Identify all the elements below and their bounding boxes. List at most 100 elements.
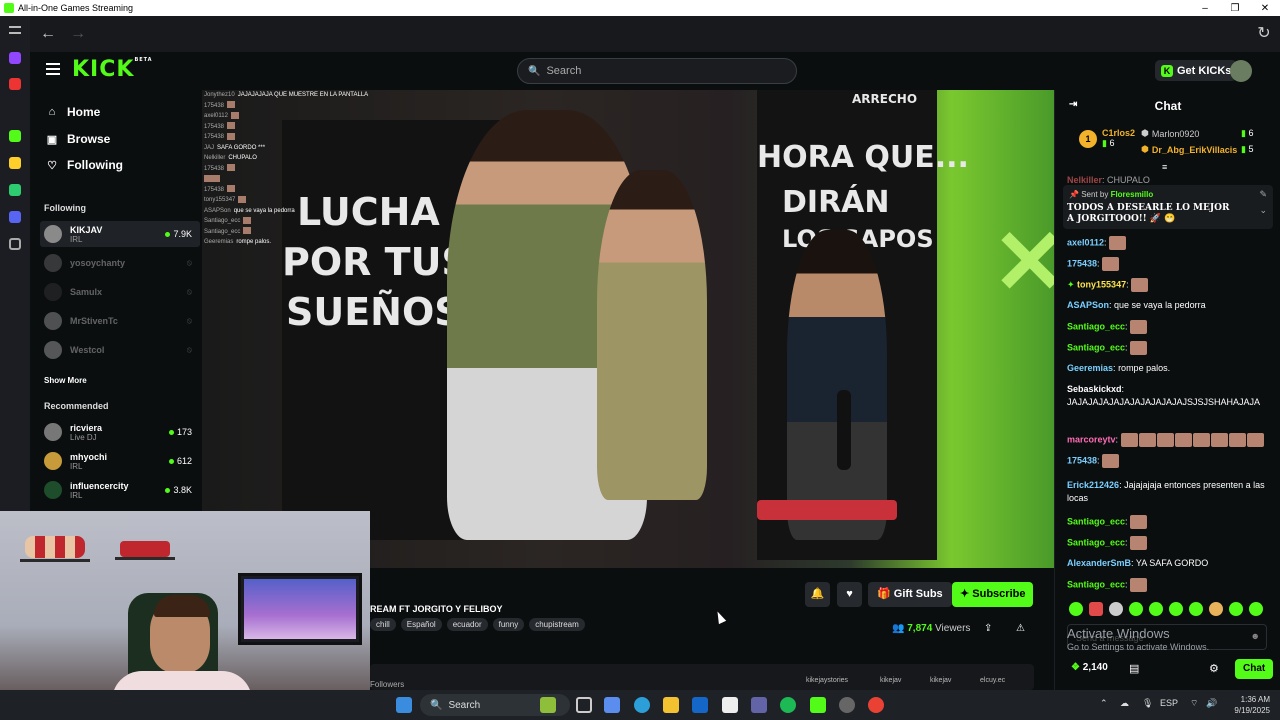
social-link[interactable]: elcuy.ec (980, 677, 1005, 684)
chat-username[interactable]: Santiago_ecc (1067, 516, 1125, 526)
video-player[interactable]: LUCHA POR TUS SUEÑOS ARRECHO HORA QUE...… (202, 90, 1054, 568)
sidebar-nav-browse[interactable]: ▣ Browse (45, 132, 111, 146)
task-view-icon[interactable] (576, 697, 592, 713)
onedrive-icon[interactable]: ☁ (1120, 698, 1129, 709)
chat-username[interactable]: 175438 (1067, 455, 1097, 465)
share-icon[interactable]: ⇪ (984, 623, 992, 634)
leaderboard-entry[interactable]: ⬢ Marlon0920 ▮ 6 (1141, 128, 1253, 139)
kick-logo[interactable]: KICKBETA (72, 57, 153, 82)
emote-icon[interactable] (1189, 602, 1203, 616)
apps-grid-icon[interactable] (9, 238, 21, 250)
menu-icon[interactable] (9, 26, 21, 34)
emote-icon[interactable] (1149, 602, 1163, 616)
windows-start-icon[interactable] (396, 697, 412, 713)
close-icon[interactable]: ✕ (1250, 3, 1280, 14)
chat-username[interactable]: ASAPSon (1067, 300, 1109, 310)
emote-icon[interactable] (1089, 602, 1103, 616)
settings-gear-icon[interactable]: ⚙ (1209, 662, 1219, 675)
chrome-icon[interactable] (868, 697, 884, 713)
mail-icon[interactable] (722, 697, 738, 713)
user-avatar[interactable] (1230, 60, 1252, 82)
tag-chip[interactable]: chupistream (529, 618, 585, 631)
minimize-icon[interactable]: – (1190, 3, 1220, 14)
unpin-icon[interactable]: ✎ (1259, 189, 1267, 200)
chat-username[interactable]: 175438 (1067, 258, 1097, 268)
notification-bell-button[interactable]: 🔔 (805, 582, 830, 607)
show-more-link[interactable]: Show More (44, 376, 87, 385)
widgets-icon[interactable] (540, 697, 556, 713)
chat-username[interactable]: marcoreytv (1067, 434, 1116, 444)
forward-arrow-icon[interactable]: → (68, 24, 88, 44)
copilot-icon[interactable] (604, 697, 620, 713)
tag-chip[interactable]: chill (370, 618, 396, 631)
tray-chevron-icon[interactable]: ⌃ (1100, 698, 1108, 709)
kick-app-icon[interactable] (810, 697, 826, 713)
report-icon[interactable]: ⚠ (1016, 623, 1025, 634)
youtube-icon[interactable] (9, 78, 21, 90)
system-clock[interactable]: 1:36 AM 9/19/2025 (1224, 694, 1270, 716)
follow-heart-button[interactable]: ♥ (837, 582, 862, 607)
emote-icon[interactable] (1249, 602, 1263, 616)
chat-username[interactable]: Santiago_ecc (1067, 321, 1125, 331)
search-input[interactable]: 🔍 Search (517, 58, 797, 84)
teams-icon[interactable] (751, 697, 767, 713)
emote-icon[interactable] (1109, 602, 1123, 616)
discord-icon[interactable] (9, 211, 21, 223)
chat-send-button[interactable]: Chat (1235, 659, 1274, 679)
sidebar-channel-yosoychanty[interactable]: yosoychanty ⦸ (40, 250, 200, 276)
tag-chip[interactable]: ecuador (446, 618, 488, 631)
spotify-icon[interactable] (780, 697, 796, 713)
chat-username[interactable]: Santiago_ecc (1067, 579, 1125, 589)
back-arrow-icon[interactable]: ← (38, 24, 58, 44)
tag-chip[interactable]: Español (400, 618, 442, 631)
chevron-down-icon[interactable]: ⌄ (1259, 205, 1267, 216)
emoji-icon[interactable]: ☻ (1251, 631, 1260, 641)
wifi-icon[interactable]: ⌔ (1190, 698, 1198, 709)
chat-username[interactable]: Santiago_ecc (1067, 342, 1125, 352)
subscribe-button[interactable]: ✦ Subscribe (952, 582, 1034, 607)
expand-leaderboard-icon[interactable]: ≡ (1162, 162, 1167, 172)
sidebar-channel-ricviera[interactable]: ricviera Live DJ 173 (40, 419, 200, 445)
sidebar-channel-samulx[interactable]: Samulx ⦸ (40, 279, 200, 305)
rumble-icon[interactable] (9, 184, 21, 196)
sidebar-channel-mhyochi[interactable]: mhyochi IRL 612 (40, 448, 200, 474)
get-kicks-button[interactable]: K Get KICKs (1155, 60, 1238, 81)
steam-icon[interactable] (839, 697, 855, 713)
hamburger-menu-icon[interactable] (46, 63, 60, 75)
outlook-icon[interactable] (692, 697, 708, 713)
chat-username[interactable]: Erick212426 (1067, 480, 1119, 490)
kicks-balance[interactable]: ❖ 2,140 (1071, 662, 1108, 673)
reload-icon[interactable]: ↻ (1254, 24, 1274, 44)
twitch-icon[interactable] (9, 52, 21, 64)
chat-username[interactable]: Geeremias (1067, 363, 1113, 373)
language-indicator[interactable]: ESP (1160, 698, 1178, 708)
maximize-icon[interactable]: ❐ (1220, 3, 1250, 14)
gift-subs-button[interactable]: 🎁 Gift Subs (868, 582, 952, 607)
sidebar-channel-westcol[interactable]: Westcol ⦸ (40, 337, 200, 363)
chat-username[interactable]: tony155347 (1077, 279, 1126, 289)
chat-username[interactable]: Sebaskickxd (1067, 384, 1122, 394)
mic-icon[interactable]: 🎙 (1142, 698, 1153, 709)
edge-icon[interactable] (634, 697, 650, 713)
store-icon[interactable]: ▤ (1129, 662, 1139, 675)
sidebar-nav-home[interactable]: ⌂ Home (45, 105, 101, 119)
leaderboard-entry[interactable]: ⬢ Dr_Abg_ErikVillacis ▮ 5 (1141, 144, 1253, 155)
emote-icon[interactable] (1229, 602, 1243, 616)
emote-icon[interactable] (1129, 602, 1143, 616)
tag-chip[interactable]: funny (492, 618, 525, 631)
sidebar-channel-influencercity[interactable]: influencercity IRL 3.8K (40, 477, 200, 503)
emote-icon[interactable] (1169, 602, 1183, 616)
sidebar-channel-kikjav[interactable]: KIKJAV IRL 7.9K (40, 221, 200, 247)
chat-username[interactable]: Santiago_ecc (1067, 537, 1125, 547)
sidebar-nav-following[interactable]: ♡ Following (45, 158, 123, 172)
trovo-icon[interactable] (9, 157, 21, 169)
social-link[interactable]: kikejav (930, 677, 951, 684)
social-link[interactable]: kikejaystories (806, 677, 848, 684)
file-explorer-icon[interactable] (663, 697, 679, 713)
chat-username[interactable]: axel0112 (1067, 237, 1104, 247)
emote-icon[interactable] (1209, 602, 1223, 616)
leaderboard-entry[interactable]: 1 C1rlos2 ▮ 6 (1079, 128, 1135, 149)
chat-username[interactable]: AlexanderSmB (1067, 558, 1131, 568)
emote-icon[interactable] (1069, 602, 1083, 616)
sidebar-channel-mrstiventc[interactable]: MrStivenTc ⦸ (40, 308, 200, 334)
